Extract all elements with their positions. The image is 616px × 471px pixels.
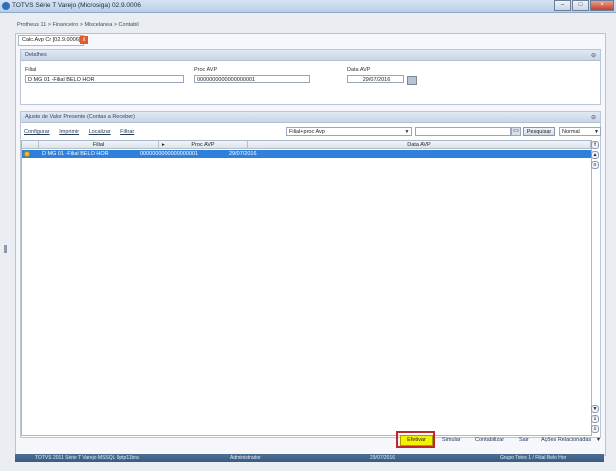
table-row[interactable]: D MG 01 -Filial BELO HOR 000000000000000… xyxy=(22,150,591,158)
grid-header-filial[interactable]: Filial xyxy=(39,141,159,149)
grid-header-data[interactable]: Data AVP xyxy=(248,141,591,149)
chevron-down-icon: ▼ xyxy=(594,129,599,135)
app-icon xyxy=(2,2,10,10)
status-company: Grupo Totvs 1 / Filial Belo Hor xyxy=(500,455,567,461)
order-select-value: Filial+proc Avp xyxy=(289,129,325,135)
detalhes-title: Detalhes xyxy=(25,52,47,58)
search-options-icon[interactable]: ▭ xyxy=(511,127,521,136)
acoes-relacionadas-button[interactable]: Ações Relacionadas ▼ xyxy=(541,437,601,443)
grid-header-indicator xyxy=(22,141,39,149)
search-button[interactable]: Pesquisar xyxy=(523,127,555,136)
tab-close-icon[interactable]: x xyxy=(80,36,88,44)
status-icon xyxy=(24,151,30,157)
scroll-top-icon[interactable]: ⇑ xyxy=(591,141,599,149)
configurar-link[interactable]: Configurar xyxy=(24,129,50,135)
chevron-down-icon: ▼ xyxy=(595,437,602,443)
scroll-page-down-icon[interactable]: ⇓ xyxy=(591,415,599,423)
window-titlebar: TOTVS Série T Varejo (Microsiga) 02.9.00… xyxy=(0,0,616,13)
breadcrumb: Protheus 11 > Financeiro > Miscelanea > … xyxy=(17,22,139,28)
collapse-icon[interactable]: ⊖ xyxy=(591,113,596,123)
ajuste-title: Ajuste de Valor Presente (Contas a Receb… xyxy=(25,114,135,120)
imprimir-link[interactable]: Imprimir xyxy=(59,129,79,135)
chevron-down-icon: ▼ xyxy=(404,129,410,135)
window-title: TOTVS Série T Varejo (Microsiga) 02.9.00… xyxy=(12,2,141,9)
efetivar-button[interactable]: Efetivar xyxy=(400,435,433,446)
detalhes-header: Detalhes ⊖ xyxy=(21,50,600,61)
status-bar: TOTVS 2011 Série T Varejo MSSQL 9ptp11br… xyxy=(15,454,604,462)
filial-field[interactable]: D MG 01 -Filial BELO HOR xyxy=(25,75,184,83)
grid-header-proc-label: Proc AVP xyxy=(191,142,215,148)
cell-proc: 0000000000000000001 xyxy=(140,151,199,157)
scroll-up-icon[interactable]: ▲ xyxy=(591,151,599,159)
order-select[interactable]: Filial+proc Avp ▼ xyxy=(286,127,412,136)
sair-button[interactable]: Sair xyxy=(519,437,529,443)
grid-toolbar-links: Configurar Imprimir Localizar Filtrar xyxy=(24,129,142,135)
dataavp-field[interactable]: 29/07/2016 xyxy=(347,75,404,83)
search-input[interactable] xyxy=(415,127,511,136)
grid-header-proc[interactable]: ▸ Proc AVP xyxy=(159,141,248,149)
filial-label: Filial xyxy=(25,67,37,73)
scroll-page-icon[interactable]: ≡ xyxy=(591,161,599,169)
simular-button[interactable]: Simular xyxy=(442,437,461,443)
scroll-down-icon[interactable]: ▼ xyxy=(591,405,599,413)
cell-data: 29/07/2016 xyxy=(229,151,257,157)
view-select-value: Normal xyxy=(562,129,580,135)
minimize-icon[interactable]: – xyxy=(554,0,571,11)
filtrar-link[interactable]: Filtrar xyxy=(120,129,134,135)
status-user: Administrador xyxy=(230,455,261,461)
view-select[interactable]: Normal ▼ xyxy=(559,127,601,136)
status-date: 29/07/2016 xyxy=(370,455,396,461)
scroll-bottom-icon[interactable]: ⇓ xyxy=(591,425,599,433)
localizar-link[interactable]: Localizar xyxy=(89,129,111,135)
close-icon[interactable]: × xyxy=(590,0,614,11)
tab-calc-avp[interactable]: Calc.Avp Cr [02.9.0006] xyxy=(18,35,85,46)
cell-filial: D MG 01 -Filial BELO HOR xyxy=(42,151,109,157)
ajuste-header: Ajuste de Valor Presente (Contas a Receb… xyxy=(21,112,600,123)
dataavp-label: Data AVP xyxy=(347,67,371,73)
status-product: TOTVS 2011 Série T Varejo MSSQL 9ptp11br… xyxy=(35,455,139,461)
data-grid: Filial ▸ Proc AVP Data AVP D MG 01 -Fili… xyxy=(21,140,592,436)
contabilizar-button[interactable]: Contabilizar xyxy=(475,437,504,443)
acoes-relacionadas-label: Ações Relacionadas xyxy=(541,437,592,443)
maximize-icon[interactable]: □ xyxy=(572,0,589,11)
calendar-icon[interactable] xyxy=(407,76,417,85)
procavp-field[interactable]: 0000000000000000001 xyxy=(194,75,310,83)
collapse-icon[interactable]: ⊖ xyxy=(591,51,596,61)
sort-arrow-icon: ▸ xyxy=(162,142,165,148)
window-controls: – □ × xyxy=(553,0,614,11)
side-panel-toggle[interactable] xyxy=(4,245,7,253)
efetivar-button-frame: Efetivar xyxy=(396,431,435,448)
procavp-label: Proc AVP xyxy=(194,67,218,73)
